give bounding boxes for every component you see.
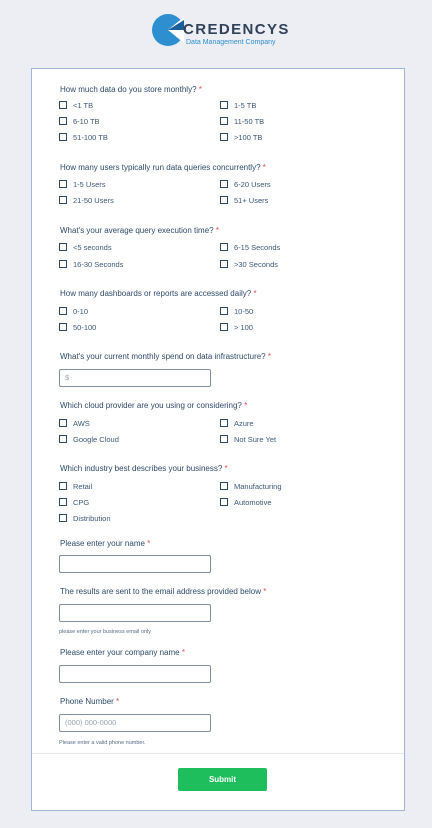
option-checkbox[interactable]: >30 Seconds [220,259,278,269]
question-cloud-provider: Which cloud provider are you using or co… [60,401,248,410]
checkbox-icon[interactable] [220,307,228,315]
option-checkbox[interactable]: Retail [59,481,92,491]
logo-tagline: Data Management Company [186,39,276,46]
checkbox-icon[interactable] [59,482,67,490]
name-input[interactable] [59,555,211,573]
checkbox-icon[interactable] [220,435,228,443]
checkbox-icon[interactable] [220,243,228,251]
question-concurrent-users: How many users typically run data querie… [60,163,266,172]
option-checkbox[interactable]: Manufacturing [220,481,282,491]
option-checkbox[interactable]: 6-20 Users [220,179,271,189]
question-name: Please enter your name * [60,539,151,548]
option-checkbox[interactable]: 1-5 Users [59,179,106,189]
option-checkbox[interactable]: Google Cloud [59,434,119,444]
option-checkbox[interactable]: AWS [59,418,90,428]
option-checkbox[interactable]: >100 TB [220,132,262,142]
option-checkbox[interactable]: Automotive [220,497,272,507]
option-checkbox[interactable]: > 100 [220,322,253,332]
question-email: The results are sent to the email addres… [60,587,267,596]
checkbox-icon[interactable] [220,419,228,427]
question-query-time: What's your average query execution time… [60,226,219,235]
question-company: Please enter your company name * [60,648,185,657]
option-checkbox[interactable]: Azure [220,418,254,428]
checkbox-icon[interactable] [220,101,228,109]
question-phone: Phone Number * [60,697,120,706]
form-divider [32,753,404,754]
option-checkbox[interactable]: 16-30 Seconds [59,259,123,269]
credencys-logo: CREDENCYS Data Management Company [152,10,292,52]
option-checkbox[interactable]: 21-50 Users [59,195,114,205]
phone-hint: Please enter a valid phone number. [59,740,146,746]
option-checkbox[interactable]: 51+ Users [220,195,268,205]
logo-name: CREDENCYS [183,21,290,38]
checkbox-icon[interactable] [59,260,67,268]
logo-mark-icon [152,14,184,46]
option-checkbox[interactable]: 10-50 [220,306,253,316]
question-dashboards: How many dashboards or reports are acces… [60,289,257,298]
option-checkbox[interactable]: 11-50 TB [220,116,264,126]
checkbox-icon[interactable] [220,196,228,204]
option-checkbox[interactable]: 6-15 Seconds [220,242,280,252]
option-checkbox[interactable]: <1 TB [59,100,93,110]
company-input[interactable] [59,665,211,683]
option-checkbox[interactable]: CPG [59,497,89,507]
option-checkbox[interactable]: 0-10 [59,306,88,316]
spend-input[interactable]: $ [59,369,211,387]
option-checkbox[interactable]: 50-100 [59,322,96,332]
option-checkbox[interactable]: Not Sure Yet [220,434,276,444]
email-input[interactable] [59,604,211,622]
checkbox-icon[interactable] [59,323,67,331]
phone-input[interactable]: (000) 000-0000 [59,714,211,732]
checkbox-icon[interactable] [220,482,228,490]
checkbox-icon[interactable] [59,196,67,204]
email-hint: please enter your business email only [59,629,152,635]
checkbox-icon[interactable] [59,498,67,506]
checkbox-icon[interactable] [220,117,228,125]
submit-button[interactable]: Submit [178,768,267,791]
option-checkbox[interactable]: 6-10 TB [59,116,100,126]
checkbox-icon[interactable] [59,419,67,427]
question-monthly-spend: What's your current monthly spend on dat… [60,352,271,361]
checkbox-icon[interactable] [59,180,67,188]
checkbox-icon[interactable] [59,307,67,315]
checkbox-icon[interactable] [220,180,228,188]
checkbox-icon[interactable] [59,243,67,251]
checkbox-icon[interactable] [220,260,228,268]
option-checkbox[interactable]: <5 seconds [59,242,112,252]
checkbox-icon[interactable] [59,101,67,109]
option-checkbox[interactable]: 51-100 TB [59,132,108,142]
question-data-storage: How much data do you store monthly? * [60,85,202,94]
checkbox-icon[interactable] [220,323,228,331]
checkbox-icon[interactable] [59,435,67,443]
option-checkbox[interactable]: Distribution [59,513,111,523]
checkbox-icon[interactable] [59,117,67,125]
question-industry: Which industry best describes your busin… [60,464,228,473]
checkbox-icon[interactable] [59,133,67,141]
assessment-form: How much data do you store monthly? * <1… [31,68,405,811]
checkbox-icon[interactable] [220,133,228,141]
checkbox-icon[interactable] [220,498,228,506]
checkbox-icon[interactable] [59,514,67,522]
option-checkbox[interactable]: 1-5 TB [220,100,256,110]
